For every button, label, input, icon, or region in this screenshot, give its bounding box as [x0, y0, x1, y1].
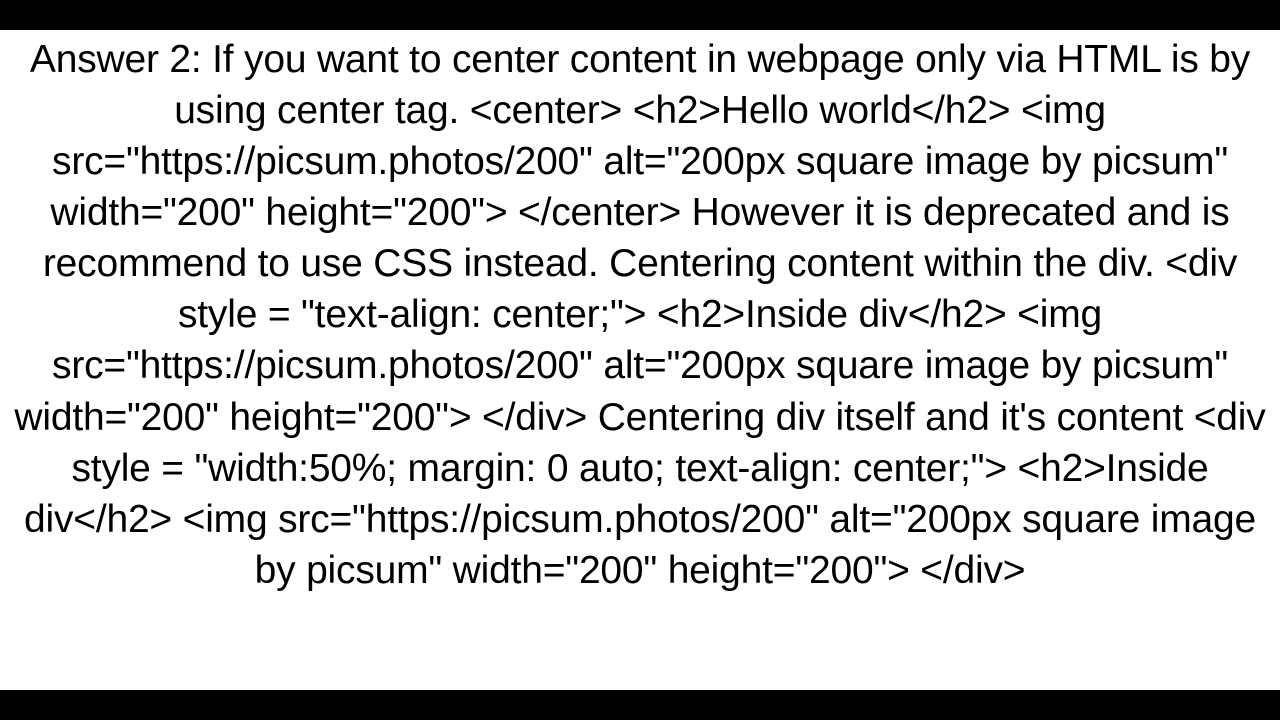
bottom-black-bar — [0, 690, 1280, 720]
answer-body-text: Answer 2: If you want to center content … — [10, 34, 1270, 596]
top-black-bar — [0, 0, 1280, 30]
content-area: Answer 2: If you want to center content … — [0, 30, 1280, 690]
